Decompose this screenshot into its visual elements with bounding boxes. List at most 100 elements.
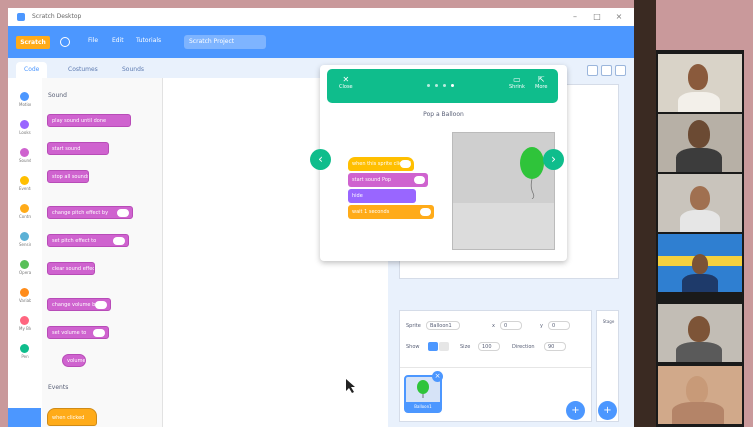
tutorial-shrink-button[interactable]: ▭ Shrink bbox=[509, 75, 525, 90]
my-blocks-dot-icon bbox=[20, 316, 29, 325]
block-play-sound-until-done[interactable]: play sound until done bbox=[47, 114, 131, 127]
show-label: Show bbox=[406, 344, 420, 350]
sprite-name-input[interactable]: Balloon1 bbox=[426, 321, 460, 330]
participant-body bbox=[678, 92, 720, 112]
category-operators[interactable]: Operators bbox=[19, 260, 31, 275]
balloon-thumbnail-icon bbox=[417, 380, 429, 398]
tutorial-card: ✕ Close ▭ Shrink ⇱ More Pop a Balloon when … bbox=[320, 65, 567, 261]
y-label: y bbox=[540, 323, 543, 329]
motion-dot-icon bbox=[20, 92, 29, 101]
sensing-dot-icon bbox=[20, 232, 29, 241]
progress-dot bbox=[427, 84, 430, 87]
category-sound[interactable]: Sound bbox=[19, 148, 31, 163]
number-input[interactable] bbox=[113, 237, 125, 245]
block-stop-all-sounds[interactable]: stop all sounds bbox=[47, 170, 89, 183]
tutorial-close-button[interactable]: ✕ Close bbox=[339, 75, 353, 90]
pen-dot-icon bbox=[20, 344, 29, 353]
project-title-input[interactable]: Scratch Project bbox=[184, 35, 266, 49]
participant-video[interactable] bbox=[658, 366, 742, 424]
add-backdrop-button[interactable]: + bbox=[598, 401, 617, 420]
number-input[interactable] bbox=[93, 329, 105, 337]
number-input[interactable] bbox=[95, 301, 107, 309]
category-motion[interactable]: Motion bbox=[19, 92, 31, 107]
shrink-icon: ▭ bbox=[513, 75, 521, 84]
sprite-pane: Sprite Balloon1 x 0 y 0 Show Size 100 Di… bbox=[399, 310, 592, 422]
small-stage-button[interactable] bbox=[587, 65, 598, 76]
participant-body bbox=[682, 274, 718, 292]
participant-body bbox=[672, 402, 724, 424]
stage-panel-label: Stage bbox=[602, 319, 615, 324]
normal-stage-button[interactable] bbox=[601, 65, 612, 76]
sound-dot-icon bbox=[20, 148, 29, 157]
category-events[interactable]: Events bbox=[19, 176, 31, 191]
title-bar: Scratch Desktop – □ × bbox=[8, 8, 634, 27]
tab-code[interactable]: Code bbox=[16, 62, 48, 78]
y-input[interactable]: 0 bbox=[548, 321, 570, 330]
balloon-icon bbox=[520, 147, 544, 199]
add-extension-button[interactable] bbox=[8, 408, 41, 427]
tutorial-block-start-sound: start sound Pop bbox=[348, 173, 428, 187]
participant-video[interactable] bbox=[658, 174, 742, 232]
category-control[interactable]: Control bbox=[19, 204, 31, 219]
delete-sprite-icon[interactable]: × bbox=[432, 371, 443, 382]
block-start-sound[interactable]: start sound bbox=[47, 142, 109, 155]
control-dot-icon bbox=[20, 204, 29, 213]
size-label: Size bbox=[460, 344, 471, 350]
category-variables[interactable]: Variables bbox=[19, 288, 31, 303]
sprite-thumb-icon bbox=[400, 160, 411, 168]
tutorial-preview-stage bbox=[452, 132, 555, 250]
tutorial-prev-button[interactable]: ‹ bbox=[310, 149, 331, 170]
menu-bar: Scratch File Edit Tutorials Scratch Proj… bbox=[8, 26, 634, 58]
show-hidden-eye-icon[interactable] bbox=[439, 342, 449, 351]
block-change-pitch-effect[interactable]: change pitch effect by bbox=[47, 206, 133, 219]
x-input[interactable]: 0 bbox=[500, 321, 522, 330]
scratch-logo[interactable]: Scratch bbox=[16, 36, 50, 49]
add-sprite-button[interactable]: + bbox=[566, 401, 585, 420]
block-when-flag-clicked[interactable]: when clicked bbox=[47, 408, 97, 426]
category-my-blocks[interactable]: My Blocks bbox=[19, 316, 31, 331]
block-label: set pitch effect to bbox=[52, 238, 97, 244]
close-window-button[interactable]: × bbox=[614, 12, 624, 22]
stage-selector[interactable]: Stage + bbox=[596, 310, 619, 422]
participant-video[interactable] bbox=[658, 54, 742, 112]
block-set-volume[interactable]: set volume to bbox=[47, 326, 109, 339]
direction-input[interactable]: 90 bbox=[544, 342, 566, 351]
close-icon: ✕ bbox=[342, 75, 350, 84]
participant-video[interactable] bbox=[658, 114, 742, 172]
block-clear-sound-effects[interactable]: clear sound effects bbox=[47, 262, 95, 275]
block-set-pitch-effect[interactable]: set pitch effect to bbox=[47, 234, 129, 247]
app-icon bbox=[17, 13, 25, 21]
menu-tutorials[interactable]: Tutorials bbox=[136, 37, 161, 44]
number-input[interactable] bbox=[117, 209, 129, 217]
tutorial-next-button[interactable]: › bbox=[543, 149, 564, 170]
block-volume-reporter[interactable]: volume bbox=[62, 354, 86, 367]
tab-costumes[interactable]: Costumes bbox=[60, 62, 106, 78]
minimize-button[interactable]: – bbox=[570, 12, 580, 22]
category-looks[interactable]: Looks bbox=[19, 120, 31, 135]
maximize-button[interactable]: □ bbox=[592, 12, 602, 22]
participant-face bbox=[692, 254, 708, 274]
tutorial-more-button[interactable]: ⇱ More bbox=[535, 75, 547, 90]
fullscreen-button[interactable] bbox=[615, 65, 626, 76]
show-visible-eye-icon[interactable] bbox=[428, 342, 438, 351]
sprite-tile-label: Balloon1 bbox=[406, 402, 440, 411]
block-label: change pitch effect by bbox=[52, 210, 109, 216]
size-input[interactable]: 100 bbox=[478, 342, 500, 351]
language-globe-icon[interactable] bbox=[60, 37, 70, 47]
category-pen[interactable]: Pen bbox=[19, 344, 31, 359]
block-change-volume[interactable]: change volume by bbox=[47, 298, 111, 311]
progress-dot bbox=[435, 84, 438, 87]
menu-edit[interactable]: Edit bbox=[112, 37, 124, 44]
category-sensing[interactable]: Sensing bbox=[19, 232, 31, 247]
menu-file[interactable]: File bbox=[88, 37, 98, 44]
sprite-tile-balloon[interactable]: Balloon1 × bbox=[404, 371, 443, 413]
block-label: start sound Pop bbox=[352, 177, 392, 183]
direction-label: Direction bbox=[512, 344, 535, 350]
participant-video[interactable] bbox=[658, 304, 742, 362]
events-dot-icon bbox=[20, 176, 29, 185]
tab-sounds[interactable]: Sounds bbox=[114, 62, 152, 78]
participant-video[interactable] bbox=[658, 234, 742, 292]
sound-dropdown bbox=[414, 176, 425, 184]
more-icon: ⇱ bbox=[537, 75, 545, 84]
palette-section-sound: Sound bbox=[48, 92, 67, 99]
